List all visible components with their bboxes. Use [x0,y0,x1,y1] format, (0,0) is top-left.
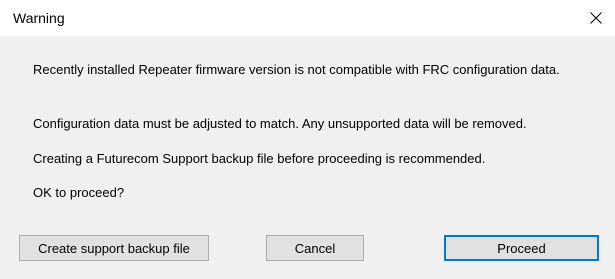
create-backup-button[interactable]: Create support backup file [19,235,209,261]
dialog-title: Warning [13,10,65,26]
proceed-button[interactable]: Proceed [444,235,599,261]
title-bar: Warning [0,0,615,36]
close-icon [590,12,602,24]
message-confirm-prompt: OK to proceed? [33,185,125,200]
warning-dialog: Warning Recently installed Repeater firm… [0,0,615,279]
close-button[interactable] [581,4,611,32]
message-firmware-incompatible: Recently installed Repeater firmware ver… [33,62,560,77]
message-backup-recommended: Creating a Futurecom Support backup file… [33,151,486,166]
message-data-adjust: Configuration data must be adjusted to m… [33,116,527,131]
cancel-button[interactable]: Cancel [266,235,364,261]
